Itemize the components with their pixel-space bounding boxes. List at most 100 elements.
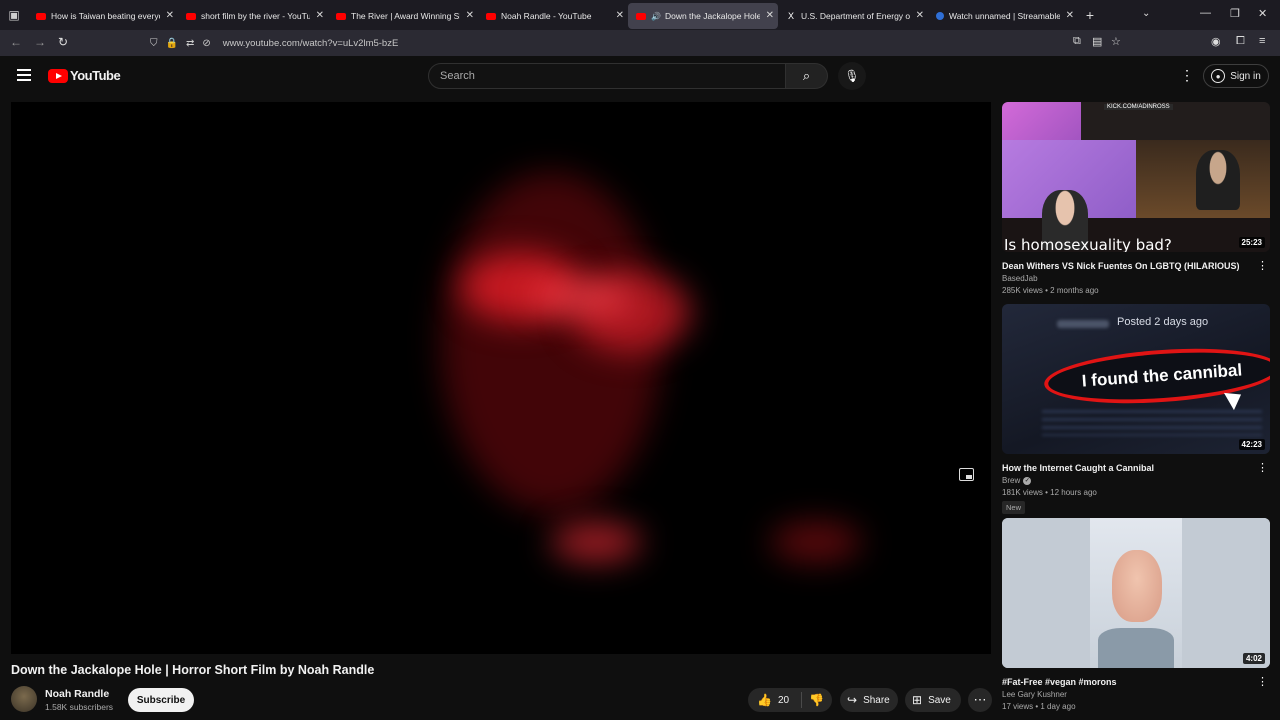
address-bar[interactable]: ⛉ 🔒 ⇄ ⊘ www.youtube.com/watch?v=uLv2lm5-… xyxy=(150,32,1130,54)
video-thumbnail[interactable]: KICK.COM/ADINROSS Is homosexuality bad? … xyxy=(1002,102,1270,252)
reload-icon[interactable]: ↻ xyxy=(58,35,68,49)
video-frame xyxy=(771,522,861,562)
close-tab-icon[interactable]: ✕ xyxy=(766,10,774,21)
back-icon[interactable]: ← xyxy=(10,35,22,49)
picture-in-picture-icon[interactable]: ⧉ xyxy=(1073,35,1081,48)
youtube-favicon-icon xyxy=(36,12,46,20)
minimize-icon[interactable]: — xyxy=(1200,7,1211,19)
search-icon: ⌕ xyxy=(802,68,811,83)
guide-menu-icon[interactable] xyxy=(17,69,31,81)
share-button[interactable]: ↪ Share xyxy=(840,688,898,712)
browser-tab-active[interactable]: 🔊 Down the Jackalope Hole | ✕ xyxy=(628,3,778,29)
channel-avatar[interactable] xyxy=(11,686,37,712)
restore-icon[interactable]: ❐ xyxy=(1230,7,1240,20)
like-dislike-group: 👍 20 👎 xyxy=(748,688,832,712)
related-video-title[interactable]: How the Internet Caught a Cannibal xyxy=(1002,462,1252,474)
close-tab-icon[interactable]: ✕ xyxy=(916,10,924,21)
close-tab-icon[interactable]: ✕ xyxy=(466,10,474,21)
related-video[interactable]: 4:02 ⋮ #Fat-Free #vegan #morons Lee Gary… xyxy=(1002,518,1270,711)
permissions-icon[interactable]: ⇄ xyxy=(186,38,194,49)
user-icon: ● xyxy=(1211,69,1226,83)
browser-tab[interactable]: How is Taiwan beating everyone✕ xyxy=(28,3,178,29)
thumbs-down-icon: 👎 xyxy=(809,693,824,707)
related-channel-name[interactable]: Brew ✓ xyxy=(1002,476,1270,485)
thumbs-up-icon: 👍 xyxy=(757,693,772,707)
more-options-icon[interactable]: ⋮ xyxy=(1257,461,1268,474)
related-video-title[interactable]: #Fat-Free #vegan #morons xyxy=(1002,676,1252,688)
video-player[interactable] xyxy=(11,102,991,654)
share-icon: ↪ xyxy=(847,693,858,707)
youtube-logo-icon xyxy=(48,68,68,83)
save-playlist-icon: ⊞ xyxy=(912,693,923,707)
browser-tab[interactable]: The River | Award Winning Short✕ xyxy=(328,3,478,29)
close-tab-icon[interactable]: ✕ xyxy=(166,10,174,21)
app-menu-icon[interactable]: ≡ xyxy=(1259,35,1265,47)
thumbnail-label: KICK.COM/ADINROSS xyxy=(1104,104,1173,110)
video-thumbnail[interactable]: 4:02 xyxy=(1002,518,1270,668)
related-video-meta: 17 views • 1 day ago xyxy=(1002,702,1076,711)
related-video[interactable]: KICK.COM/ADINROSS Is homosexuality bad? … xyxy=(1002,102,1270,295)
related-video[interactable]: Posted 2 days ago I found the cannibal 4… xyxy=(1002,304,1270,515)
youtube-logo[interactable]: YouTube xyxy=(48,68,121,83)
browser-tab-bar: ▣ How is Taiwan beating everyone✕ short … xyxy=(0,0,1280,30)
forward-icon[interactable]: → xyxy=(34,35,46,49)
tab-overview-icon[interactable]: ▣ xyxy=(0,0,28,30)
more-options-icon[interactable]: ⋮ xyxy=(1257,259,1268,272)
list-tabs-icon[interactable]: ⌄ xyxy=(1142,8,1150,19)
more-horizontal-icon: ⋯ xyxy=(973,692,987,707)
voice-search-button[interactable]: 🎙 xyxy=(838,62,866,90)
youtube-favicon-icon xyxy=(636,12,646,20)
browser-tab[interactable]: XU.S. Department of Energy on X✕ xyxy=(778,3,928,29)
miniplayer-icon[interactable] xyxy=(959,468,974,481)
reader-view-icon[interactable]: ▤ xyxy=(1092,35,1102,48)
account-icon[interactable]: ◉ xyxy=(1211,35,1221,48)
video-frame xyxy=(531,282,631,312)
new-tab-button[interactable]: + xyxy=(1078,7,1102,23)
video-duration: 4:02 xyxy=(1242,653,1265,664)
search-input[interactable]: Search xyxy=(428,63,786,89)
speaker-icon[interactable]: 🔊 xyxy=(651,12,661,21)
lock-icon[interactable]: 🔒 xyxy=(166,38,178,49)
x-favicon-icon: X xyxy=(787,11,794,21)
tracking-blocked-icon[interactable]: ⊘ xyxy=(202,38,210,49)
thumbnail-caption: Is homosexuality bad? xyxy=(1004,236,1172,252)
dislike-button[interactable]: 👎 xyxy=(802,693,824,707)
browser-tab[interactable]: Noah Randle - YouTube ✕ xyxy=(478,3,628,29)
close-tab-icon[interactable]: ✕ xyxy=(616,10,624,21)
subscribe-button[interactable]: Subscribe xyxy=(128,688,194,712)
related-video-meta: 285K views • 2 months ago xyxy=(1002,286,1099,295)
bookmark-star-icon[interactable]: ☆ xyxy=(1111,35,1121,48)
more-options-icon[interactable]: ⋮ xyxy=(1257,675,1268,688)
streamable-favicon-icon xyxy=(936,12,944,20)
settings-more-icon[interactable]: ⋮ xyxy=(1180,67,1194,84)
video-title: Down the Jackalope Hole | Horror Short F… xyxy=(11,663,375,677)
verified-check-icon: ✓ xyxy=(1023,476,1032,485)
thumbnail-caption: I found the cannibal xyxy=(1081,360,1243,391)
browser-tab[interactable]: Watch unnamed | Streamable ✕ xyxy=(928,3,1078,29)
channel-name[interactable]: Noah Randle xyxy=(45,688,109,700)
related-channel-name[interactable]: Lee Gary Kushner xyxy=(1002,690,1270,699)
video-frame xyxy=(551,522,641,562)
like-button[interactable]: 👍 20 xyxy=(748,692,802,708)
window-close-icon[interactable]: ✕ xyxy=(1258,7,1267,20)
youtube-favicon-icon xyxy=(336,12,346,20)
browser-tab[interactable]: short film by the river - YouTube ✕ xyxy=(178,3,328,29)
search-button[interactable]: ⌕ xyxy=(786,63,828,89)
url-text[interactable]: www.youtube.com/watch?v=uLv2lm5-bzE xyxy=(223,38,399,49)
video-thumbnail[interactable]: Posted 2 days ago I found the cannibal 4… xyxy=(1002,304,1270,454)
shield-icon[interactable]: ⛉ xyxy=(150,38,158,49)
navigation-bar: ← → ↻ ⛉ 🔒 ⇄ ⊘ www.youtube.com/watch?v=uL… xyxy=(0,30,1280,56)
related-channel-name[interactable]: BasedJab xyxy=(1002,274,1270,283)
extensions-icon[interactable]: ⧠ xyxy=(1236,35,1245,48)
save-button[interactable]: ⊞ Save xyxy=(905,688,961,712)
related-video-meta: 181K views • 12 hours ago xyxy=(1002,488,1097,497)
close-tab-icon[interactable]: ✕ xyxy=(316,10,324,21)
more-actions-button[interactable]: ⋯ xyxy=(968,688,992,712)
microphone-icon: 🎙 xyxy=(844,69,860,83)
youtube-header: YouTube Search ⌕ 🎙 ⋮ ● Sign in xyxy=(0,56,1280,96)
youtube-favicon-icon xyxy=(486,12,496,20)
related-video-title[interactable]: Dean Withers VS Nick Fuentes On LGBTQ (H… xyxy=(1002,260,1252,272)
video-duration: 25:23 xyxy=(1238,237,1265,248)
sign-in-button[interactable]: ● Sign in xyxy=(1203,64,1269,88)
close-tab-icon[interactable]: ✕ xyxy=(1066,10,1074,21)
